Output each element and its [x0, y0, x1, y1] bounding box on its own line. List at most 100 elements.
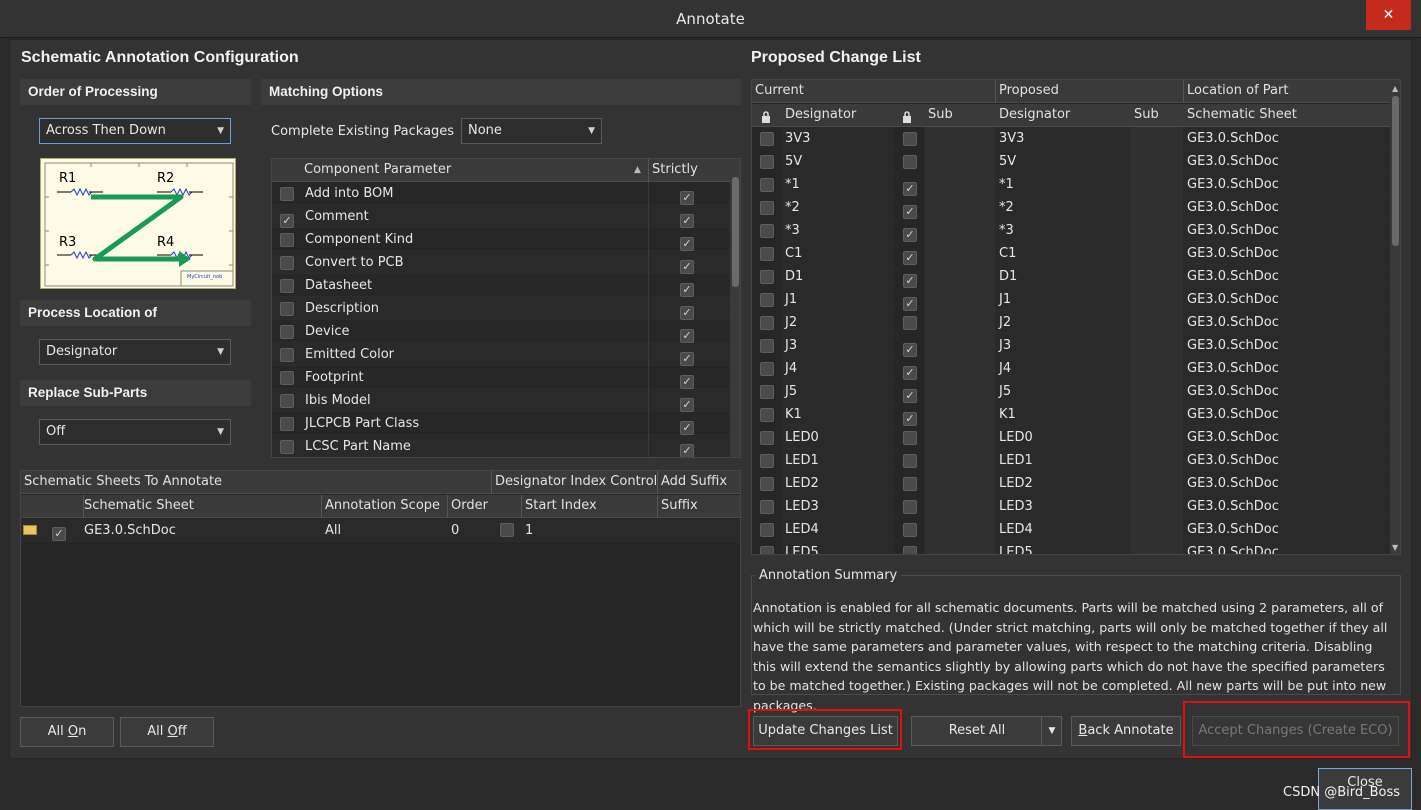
col-component-parameter[interactable]: Component Parameter: [304, 159, 451, 181]
designator-lock-checkbox[interactable]: [760, 339, 774, 353]
change-row[interactable]: LED5 LED5 GE3.0.SchDoc: [752, 541, 1390, 554]
designator-lock-checkbox[interactable]: [760, 293, 774, 307]
sub-lock-checkbox[interactable]: [903, 523, 917, 537]
parameter-row[interactable]: Emitted Color ✓: [272, 343, 730, 366]
strictly-checkbox[interactable]: ✓: [680, 421, 694, 435]
order-dropdown[interactable]: Across Then Down ▼: [39, 118, 231, 144]
all-off-button[interactable]: All Off: [120, 717, 214, 747]
sub-lock-checkbox[interactable]: ✓: [903, 251, 917, 265]
designator-lock-checkbox[interactable]: [760, 362, 774, 376]
close-icon[interactable]: ✕: [1366, 0, 1411, 30]
designator-lock-checkbox[interactable]: [760, 385, 774, 399]
parameter-checkbox[interactable]: [280, 233, 294, 247]
sheet-order[interactable]: 0: [447, 519, 459, 542]
parameter-checkbox[interactable]: [280, 440, 294, 454]
sub-lock-checkbox[interactable]: ✓: [903, 274, 917, 288]
sub-lock-checkbox[interactable]: ✓: [903, 343, 917, 357]
parameter-row[interactable]: Device ✓: [272, 320, 730, 343]
sub-lock-checkbox[interactable]: [903, 431, 917, 445]
strictly-checkbox[interactable]: ✓: [680, 444, 694, 457]
parameter-checkbox[interactable]: [280, 279, 294, 293]
col-schematic-sheet[interactable]: Schematic Sheet: [1187, 104, 1297, 126]
designator-lock-checkbox[interactable]: [760, 500, 774, 514]
parameter-checkbox[interactable]: [280, 325, 294, 339]
sheet-suffix[interactable]: [657, 519, 661, 542]
parameter-row[interactable]: Component Kind ✓: [272, 228, 730, 251]
col-start-index[interactable]: Start Index: [525, 495, 597, 517]
sub-lock-checkbox[interactable]: [903, 500, 917, 514]
scroll-up-icon[interactable]: ▲: [1392, 84, 1398, 93]
sheet-scope[interactable]: All: [321, 519, 341, 542]
designator-lock-checkbox[interactable]: [760, 431, 774, 445]
col-sub[interactable]: Sub: [928, 104, 953, 126]
col-order[interactable]: Order: [451, 495, 488, 517]
sheet-start-index[interactable]: 1: [521, 519, 533, 542]
complete-packages-dropdown[interactable]: None ▼: [461, 118, 602, 144]
parameter-checkbox[interactable]: [280, 187, 294, 201]
sub-lock-checkbox[interactable]: ✓: [903, 228, 917, 242]
chevron-down-icon[interactable]: ▼: [1041, 717, 1062, 745]
change-row[interactable]: LED3 LED3 GE3.0.SchDoc: [752, 495, 1390, 518]
sub-lock-checkbox[interactable]: [903, 454, 917, 468]
strictly-checkbox[interactable]: ✓: [680, 306, 694, 320]
change-row[interactable]: LED1 LED1 GE3.0.SchDoc: [752, 449, 1390, 472]
reset-all-button[interactable]: Reset All ▼: [911, 716, 1062, 746]
strictly-checkbox[interactable]: ✓: [680, 191, 694, 205]
replace-dropdown[interactable]: Off ▼: [39, 419, 231, 445]
designator-lock-checkbox[interactable]: [760, 270, 774, 284]
designator-lock-checkbox[interactable]: [760, 201, 774, 215]
all-on-button[interactable]: All On: [20, 717, 114, 747]
col-annotation-scope[interactable]: Annotation Scope: [325, 495, 440, 517]
back-annotate-button[interactable]: Back Annotate: [1071, 716, 1181, 746]
parameter-row[interactable]: Datasheet ✓: [272, 274, 730, 297]
scroll-thumb[interactable]: [732, 177, 739, 287]
change-row[interactable]: C1 ✓ C1 GE3.0.SchDoc: [752, 242, 1390, 265]
sheet-enabled-checkbox[interactable]: ✓: [52, 527, 66, 541]
scroll-down-icon[interactable]: ▼: [1392, 543, 1398, 552]
designator-lock-checkbox[interactable]: [760, 247, 774, 261]
parameter-checkbox[interactable]: [280, 417, 294, 431]
parameter-row[interactable]: Ibis Model ✓: [272, 389, 730, 412]
parameter-row[interactable]: Add into BOM ✓: [272, 182, 730, 205]
strictly-checkbox[interactable]: ✓: [680, 283, 694, 297]
parameter-row[interactable]: LCSC Part Name ✓: [272, 435, 730, 457]
sub-lock-checkbox[interactable]: ✓: [903, 297, 917, 311]
strictly-checkbox[interactable]: ✓: [680, 398, 694, 412]
parameter-checkbox[interactable]: [280, 394, 294, 408]
col-designator[interactable]: Designator: [785, 104, 856, 126]
change-row[interactable]: LED4 LED4 GE3.0.SchDoc: [752, 518, 1390, 541]
change-row[interactable]: *1 ✓ *1 GE3.0.SchDoc: [752, 173, 1390, 196]
sub-lock-checkbox[interactable]: [903, 132, 917, 146]
parameter-scrollbar[interactable]: [730, 159, 740, 457]
sub-lock-checkbox[interactable]: ✓: [903, 366, 917, 380]
col-proposed-sub[interactable]: Sub: [1134, 104, 1159, 126]
sheet-row[interactable]: ✓ GE3.0.SchDoc All 0 1: [21, 519, 740, 542]
designator-lock-checkbox[interactable]: [760, 224, 774, 238]
strictly-checkbox[interactable]: ✓: [680, 352, 694, 366]
parameter-row[interactable]: ✓ Comment ✓: [272, 205, 730, 228]
change-row[interactable]: J5 ✓ J5 GE3.0.SchDoc: [752, 380, 1390, 403]
parameter-row[interactable]: Description ✓: [272, 297, 730, 320]
sub-lock-checkbox[interactable]: [903, 316, 917, 330]
change-row[interactable]: LED2 LED2 GE3.0.SchDoc: [752, 472, 1390, 495]
strictly-checkbox[interactable]: ✓: [680, 237, 694, 251]
change-row[interactable]: D1 ✓ D1 GE3.0.SchDoc: [752, 265, 1390, 288]
change-row[interactable]: 3V3 3V3 GE3.0.SchDoc: [752, 127, 1390, 150]
parameter-checkbox[interactable]: ✓: [280, 214, 294, 228]
change-row[interactable]: J1 ✓ J1 GE3.0.SchDoc: [752, 288, 1390, 311]
sub-lock-checkbox[interactable]: [903, 546, 917, 554]
parameter-row[interactable]: JLCPCB Part Class ✓: [272, 412, 730, 435]
parameter-row[interactable]: Footprint ✓: [272, 366, 730, 389]
sub-lock-checkbox[interactable]: ✓: [903, 412, 917, 426]
strictly-checkbox[interactable]: ✓: [680, 329, 694, 343]
col-schematic-sheet[interactable]: Schematic Sheet: [84, 495, 194, 517]
parameter-checkbox[interactable]: [280, 302, 294, 316]
strictly-checkbox[interactable]: ✓: [680, 260, 694, 274]
change-row[interactable]: 5V 5V GE3.0.SchDoc: [752, 150, 1390, 173]
sub-lock-checkbox[interactable]: ✓: [903, 389, 917, 403]
sub-lock-checkbox[interactable]: [903, 477, 917, 491]
designator-lock-checkbox[interactable]: [760, 155, 774, 169]
designator-lock-checkbox[interactable]: [760, 477, 774, 491]
start-index-checkbox[interactable]: [500, 523, 514, 537]
change-row[interactable]: K1 ✓ K1 GE3.0.SchDoc: [752, 403, 1390, 426]
